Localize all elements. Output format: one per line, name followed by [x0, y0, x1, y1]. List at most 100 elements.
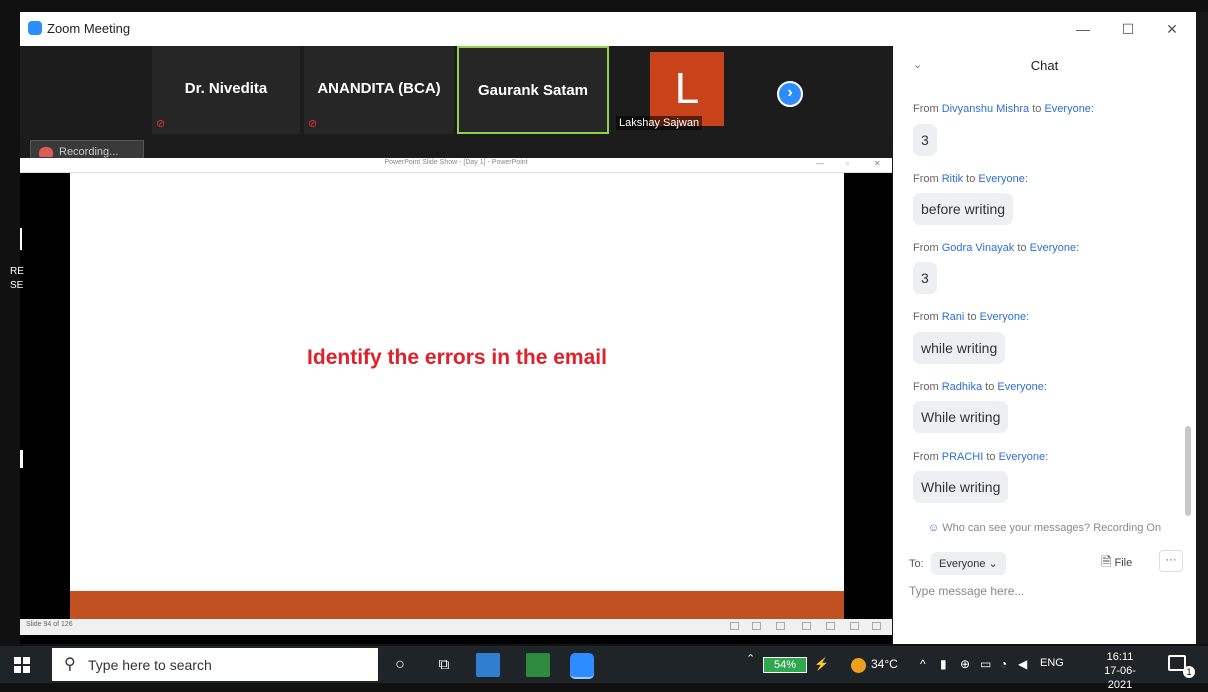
chat-message-bubble: before writing — [913, 193, 1014, 225]
slideshow-view-icon — [826, 622, 835, 630]
file-label: File — [1114, 557, 1133, 569]
chat-title: Chat — [1030, 58, 1059, 73]
temperature[interactable]: 34°C — [871, 657, 898, 671]
zoom-logo-icon — [28, 21, 42, 35]
chevron-down-icon: ⌄ — [988, 558, 998, 570]
maximize-button[interactable]: ☐ — [1113, 18, 1143, 40]
windows-start-icon[interactable] — [14, 657, 30, 673]
recording-icon — [39, 147, 53, 157]
window-title: Zoom Meeting — [47, 21, 131, 36]
language-indicator[interactable]: ENG — [1040, 657, 1064, 669]
minimize-button[interactable]: — — [1068, 18, 1098, 40]
sender-name[interactable]: Godra Vinayak — [942, 242, 1015, 254]
chevron-up-icon[interactable]: ^ — [920, 657, 926, 671]
excel-app-icon[interactable] — [526, 653, 550, 677]
more-options-button[interactable]: ··· — [1159, 550, 1183, 572]
recipient-name: Everyone: — [978, 173, 1028, 185]
recipient-name: Everyone: — [979, 311, 1030, 323]
chat-message-bubble: while writing — [913, 332, 1006, 364]
chat-panel: ⌄ Chat From Divyanshu Mishra to Everyone… — [893, 46, 1196, 644]
background-mark — [20, 228, 22, 250]
wifi-icon[interactable]: ◔ — [1000, 657, 1007, 671]
slide: Identify the errors in the email — [70, 173, 844, 619]
background-text: SE — [10, 280, 24, 291]
powerpoint-window-title: PowerPoint Slide Show - [Day 1] - PowerP… — [384, 159, 528, 166]
search-placeholder: Type here to search — [88, 657, 212, 673]
zoom-taskbar-icon[interactable] — [570, 653, 594, 679]
muted-mic-icon: ⊘ — [308, 118, 318, 130]
tray-scroll-icon[interactable]: ⌃ — [746, 652, 755, 665]
avatar: L — [650, 52, 724, 126]
taskbar: ⚲ Type here to search ○ ⧉ ⌃ 54% ⚡ 34°C ^… — [0, 646, 1208, 691]
privacy-note-text: Who can see your messages? Recording On — [942, 522, 1162, 534]
muted-mic-icon: ⊘ — [156, 118, 166, 130]
task-view-icon[interactable]: ⧉ — [432, 653, 456, 677]
participant-name: ANANDITA (BCA) — [317, 80, 441, 97]
zoom-view-icon — [850, 622, 859, 630]
taskbar-search[interactable]: ⚲ Type here to search — [52, 648, 378, 681]
chat-message-header: From Rani to Everyone: — [913, 311, 1030, 323]
recipient-name: Everyone: — [1029, 242, 1080, 254]
chat-message-header: From Ritik to Everyone: — [913, 173, 1028, 185]
message-input[interactable]: Type message here... — [909, 584, 1024, 598]
weather-icon[interactable] — [851, 658, 866, 673]
participant-name: Dr. Nivedita — [184, 80, 268, 97]
chat-message-header: From Radhika to Everyone: — [913, 381, 1047, 393]
chat-scrollbar[interactable] — [1185, 426, 1191, 516]
background-edge — [1196, 12, 1208, 644]
clock[interactable]: 16:11 17-06-2021 — [1094, 650, 1146, 692]
chat-message-bubble: While writing — [913, 471, 1009, 503]
date: 17-06-2021 — [1104, 665, 1136, 691]
recipient-select-value: Everyone — [939, 558, 986, 570]
ppt-minimize-icon: — — [816, 159, 824, 168]
participant-name: Lakshay Sajwan — [616, 116, 703, 130]
chat-message-header: From Divyanshu Mishra to Everyone: — [913, 103, 1094, 115]
privacy-note[interactable]: ☺ Who can see your messages? Recording O… — [893, 522, 1196, 534]
chat-message-header: From Godra Vinayak to Everyone: — [913, 242, 1080, 254]
recipient-name: Everyone: — [1044, 103, 1094, 115]
battery-indicator[interactable]: 54% — [763, 657, 807, 673]
background-mark — [20, 450, 23, 468]
normal-view-icon — [730, 622, 739, 630]
sender-name[interactable]: Rani — [942, 311, 965, 323]
tray-app-icon[interactable]: ▭ — [980, 657, 991, 671]
recording-label: Recording... — [59, 146, 119, 158]
tray-app-icon[interactable]: ▮ — [940, 657, 947, 671]
cortana-icon[interactable]: ○ — [388, 653, 412, 677]
plug-icon: ⚡ — [814, 657, 829, 671]
shared-screen: PowerPoint Slide Show - [Day 1] - PowerP… — [20, 158, 892, 644]
participant-tile[interactable]: ANANDITA (BCA) ⊘ — [304, 46, 454, 134]
slide-sorter-icon — [776, 622, 785, 630]
recipient-name: Everyone: — [998, 451, 1049, 463]
people-icon: ☺ — [927, 522, 940, 534]
chat-message-header: From PRACHI to Everyone: — [913, 451, 1049, 463]
file-button[interactable]: 🗎 File — [1101, 553, 1132, 575]
participant-name: Gaurank Satam — [477, 82, 589, 99]
to-label: To: — [909, 558, 924, 570]
chat-header: ⌄ Chat — [893, 46, 1196, 82]
participant-tile[interactable]: Dr. Nivedita ⊘ — [152, 46, 300, 134]
chat-message-bubble: While writing — [913, 401, 1009, 433]
next-page-button[interactable]: › — [777, 81, 803, 107]
fit-slide-icon — [872, 622, 881, 630]
recipient-select[interactable]: Everyone ⌄ — [931, 552, 1006, 575]
title-bar: Zoom Meeting — ☐ ✕ — [20, 12, 1196, 46]
close-button[interactable]: ✕ — [1157, 18, 1187, 40]
tray-app-icon[interactable]: ⊕ — [960, 657, 970, 671]
participant-tile-active-speaker[interactable]: Gaurank Satam — [457, 46, 609, 134]
outline-view-icon — [752, 622, 761, 630]
sender-name[interactable]: PRACHI — [942, 451, 984, 463]
sender-name[interactable]: Ritik — [942, 173, 963, 185]
chat-message-bubble: 3 — [913, 262, 937, 294]
search-icon: ⚲ — [64, 656, 76, 673]
zoom-window: Zoom Meeting — ☐ ✕ Dr. Nivedita ⊘ ANANDI… — [20, 12, 1196, 644]
powerpoint-title-bar: PowerPoint Slide Show - [Day 1] - PowerP… — [20, 158, 892, 173]
participant-strip: Dr. Nivedita ⊘ ANANDITA (BCA) ⊘ Gaurank … — [20, 46, 892, 138]
volume-icon[interactable]: ◀ — [1018, 657, 1027, 671]
reading-view-icon — [802, 622, 811, 630]
sender-name[interactable]: Radhika — [942, 381, 982, 393]
photos-app-icon[interactable] — [476, 653, 500, 677]
sender-name[interactable]: Divyanshu Mishra — [942, 103, 1029, 115]
ppt-restore-icon: ▫ — [846, 159, 849, 168]
background-text: RE — [10, 266, 24, 277]
